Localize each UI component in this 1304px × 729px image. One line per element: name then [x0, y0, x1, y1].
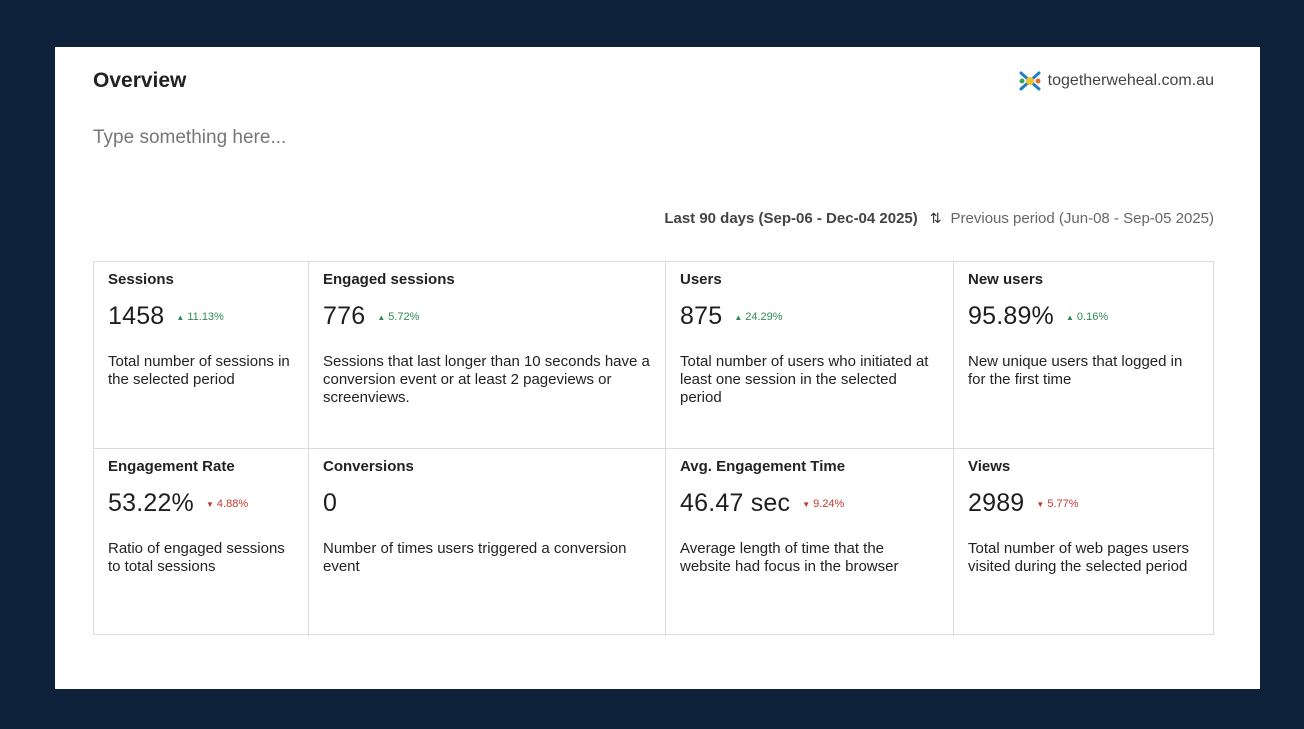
date-range[interactable]: Last 90 days (Sep-06 - Dec-04 2025) ⇅ Pr… [664, 210, 1214, 227]
metrics-grid: Sessions 1458 ▲ 11.13% Total number of sessi… [93, 261, 1215, 636]
metric-card: Views 2989 ▼ 5.77% Total number of web pages… [954, 449, 1215, 636]
metric-label: Users [680, 271, 722, 288]
metric-delta: ▼ 5.77% [1036, 498, 1078, 510]
metric-delta-value: 0.16% [1076, 311, 1109, 323]
metric-value: 776 [323, 302, 366, 330]
compare-swap-icon: ⇅ [929, 210, 942, 226]
site-logo-icon [1019, 71, 1041, 91]
metric-delta: ▲ 5.72% [377, 311, 419, 323]
site-name: togetherweheal.com.au [1047, 72, 1214, 89]
metric-value-row: 1458 ▲ 11.13% [108, 302, 294, 331]
metric-card: Conversions 0 Number of times users trigge… [309, 449, 666, 636]
triangle-up-icon: ▲ [734, 313, 743, 322]
metric-description: Average length of time that the website … [680, 540, 899, 575]
metric-description: Sessions that last longer than 10 second… [323, 353, 650, 406]
overview-card: Overview togetherweheal.com.au Type some… [55, 47, 1260, 689]
triangle-up-icon: ▲ [377, 313, 386, 322]
metric-delta: ▼ 9.24% [802, 498, 844, 510]
metric-value-row: 46.47 sec ▼ 9.24% [680, 489, 939, 518]
metric-card: New users 95.89% ▲ 0.16% New unique users th… [954, 262, 1215, 449]
metric-label: Engagement Rate [108, 458, 235, 475]
metric-label: Sessions [108, 271, 174, 288]
metric-description: New unique users that logged in for the … [968, 353, 1183, 388]
page-title: Overview [93, 69, 187, 92]
metric-description: Total number of web pages users visited … [968, 540, 1189, 575]
metric-card: Sessions 1458 ▲ 11.13% Total number of sessi… [94, 262, 309, 449]
metric-value-row: 95.89% ▲ 0.16% [968, 302, 1201, 331]
metric-label: Engaged sessions [323, 271, 455, 288]
metric-delta-value: 9.24% [813, 498, 845, 510]
metric-delta-value: 5.77% [1047, 498, 1079, 510]
metric-value: 95.89% [968, 302, 1054, 330]
metric-value-row: 53.22% ▼ 4.88% [108, 489, 294, 518]
metric-delta: ▲ 0.16% [1066, 311, 1108, 323]
metric-value: 875 [680, 302, 723, 330]
current-period[interactable]: Last 90 days (Sep-06 - Dec-04 2025) [664, 210, 917, 227]
metric-label: Avg. Engagement Time [680, 458, 846, 475]
metric-description: Total number of sessions in the selected… [108, 353, 290, 388]
triangle-down-icon: ▼ [1036, 500, 1045, 509]
metric-delta-value: 4.88% [216, 498, 249, 510]
metric-value-row: 875 ▲ 24.29% [680, 302, 939, 331]
metric-description: Ratio of engaged sessions to total sessi… [108, 540, 285, 575]
metric-label: Views [968, 458, 1011, 475]
metric-value: 1458 [108, 302, 165, 330]
card-header: Overview togetherweheal.com.au [93, 69, 1214, 93]
metric-delta: ▼ 4.88% [206, 498, 248, 510]
metric-delta-value: 24.29% [745, 311, 783, 323]
metric-card: Users 875 ▲ 24.29% Total number of users who… [666, 262, 954, 449]
metric-delta: ▲ 11.13% [176, 311, 223, 323]
metric-value: 53.22% [108, 489, 194, 517]
metric-value: 46.47 sec [680, 489, 791, 517]
previous-period[interactable]: Previous period (Jun-08 - Sep-05 2025) [951, 210, 1214, 227]
metric-label: Conversions [323, 458, 414, 475]
metric-card: Engagement Rate 53.22% ▼ 4.88% Ratio of enga… [94, 449, 309, 636]
metric-label: New users [968, 271, 1044, 288]
metric-description: Total number of users who initiated at l… [680, 353, 929, 406]
metric-delta-value: 11.13% [187, 311, 224, 323]
triangle-up-icon: ▲ [176, 313, 185, 322]
metric-value: 2989 [968, 489, 1025, 517]
metric-delta-value: 5.72% [388, 311, 420, 323]
metric-value-row: 2989 ▼ 5.77% [968, 489, 1201, 518]
metric-description: Number of times users triggered a conver… [323, 540, 627, 575]
triangle-down-icon: ▼ [206, 500, 214, 509]
triangle-down-icon: ▼ [802, 500, 811, 509]
metric-delta: ▲ 24.29% [734, 311, 782, 323]
metric-card: Avg. Engagement Time 46.47 sec ▼ 9.24% Avera… [666, 449, 954, 636]
metric-card: Engaged sessions 776 ▲ 5.72% Sessions that l… [309, 262, 666, 449]
note-text-input[interactable]: Type something here... [93, 127, 286, 149]
triangle-up-icon: ▲ [1066, 313, 1074, 322]
metric-value: 0 [323, 489, 338, 517]
metric-value-row: 0 [323, 489, 651, 518]
metric-value-row: 776 ▲ 5.72% [323, 302, 651, 331]
site-selector[interactable]: togetherweheal.com.au [1018, 70, 1214, 92]
